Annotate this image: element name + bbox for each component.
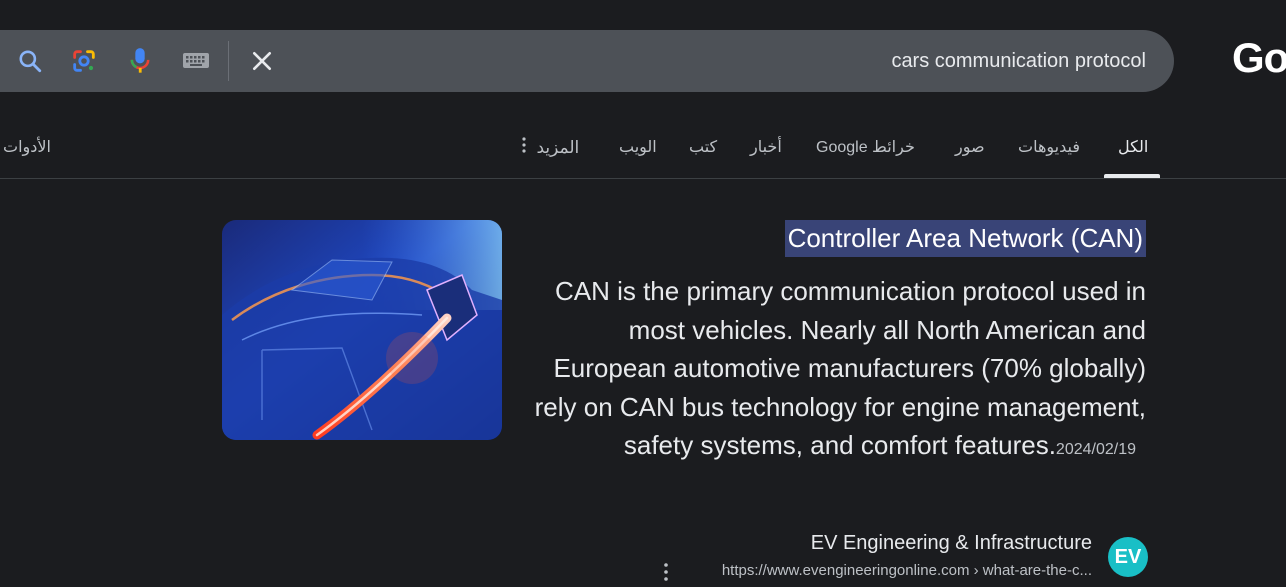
search-bar[interactable]: cars communication protocol (0, 30, 1174, 92)
tools-button[interactable]: الأدوات (3, 122, 51, 174)
microphone-icon[interactable] (122, 30, 158, 92)
result-snippet: CAN is the primary communication protoco… (520, 272, 1146, 470)
search-icon[interactable] (12, 30, 48, 92)
tab-videos[interactable]: فيديوهات (1018, 122, 1080, 176)
tab-books[interactable]: كتب (689, 122, 717, 176)
source-name[interactable]: EV Engineering & Infrastructure (811, 532, 1092, 555)
search-input[interactable]: cars communication protocol (891, 30, 1146, 92)
result-date: 2024/02/19 (1055, 441, 1136, 459)
search-bar-divider (228, 41, 229, 81)
tab-images[interactable]: صور (955, 122, 985, 176)
source-favicon[interactable]: EV (1108, 537, 1148, 577)
search-tabs: الكل فيديوهات صور خرائط Google أخبار كتب… (0, 122, 1286, 179)
source-url[interactable]: https://www.evengineeringonline.com › wh… (722, 562, 1092, 579)
google-lens-icon[interactable] (66, 30, 102, 92)
tab-news[interactable]: أخبار (750, 122, 782, 176)
snippet-text: CAN is the primary communication protoco… (534, 276, 1146, 461)
tab-web[interactable]: الويب (619, 122, 657, 176)
keyboard-icon[interactable] (178, 30, 214, 92)
google-logo[interactable]: Go (1232, 34, 1286, 82)
result-title[interactable]: Controller Area Network (CAN) (784, 220, 1146, 257)
more-options-icon[interactable] (660, 562, 672, 582)
tab-more[interactable]: المزيد (516, 122, 579, 176)
more-vert-icon (516, 123, 526, 175)
clear-search-icon[interactable] (242, 30, 282, 92)
tab-maps[interactable]: خرائط Google (816, 122, 915, 176)
result-thumbnail[interactable] (222, 220, 502, 440)
more-label: المزيد (536, 138, 580, 157)
search-results-page: cars communication protocol Go الكل فيدي… (0, 0, 1286, 587)
active-tab-indicator (1104, 174, 1160, 178)
tab-all[interactable]: الكل (1118, 122, 1148, 176)
